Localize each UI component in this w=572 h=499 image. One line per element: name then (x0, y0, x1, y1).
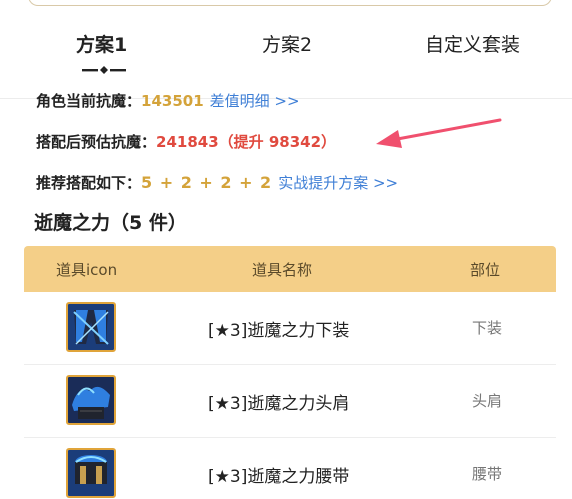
column-header-icon: 道具icon (56, 261, 118, 279)
table-row[interactable]: [★3]逝魔之力腰带 腰带 (24, 438, 556, 499)
tab-custom-set[interactable]: 自定义套装 (425, 30, 520, 57)
item-name: [★3]逝魔之力下装 (208, 321, 350, 341)
belt-icon[interactable] (66, 448, 116, 498)
pointer-arrow-icon (376, 118, 502, 148)
plan-tabs: 方案1 方案2 自定义套装 (0, 22, 572, 99)
difference-detail-link[interactable]: 差值明细 >> (210, 92, 300, 110)
table-header: 道具icon 道具名称 部位 (24, 246, 556, 292)
current-resistance-value: 143501 (141, 92, 204, 110)
column-header-name: 道具名称 (252, 261, 313, 279)
column-header-part: 部位 (470, 261, 501, 279)
estimated-resistance-label: 搭配后预估抗魔： (36, 133, 157, 151)
set-section-title: 逝魔之力（5 件） (34, 212, 187, 234)
tab-plan-2[interactable]: 方案2 (262, 30, 312, 57)
item-name: [★3]逝魔之力腰带 (208, 467, 350, 487)
top-card-edge (28, 0, 552, 6)
item-part: 头肩 (472, 392, 503, 410)
estimated-resistance-value: 241843 (156, 133, 219, 151)
set-items-table: 道具icon 道具名称 部位 [★3]逝魔之力下装 下装 [★3]逝魔之力头肩 … (24, 246, 556, 499)
recommendation-line: 推荐搭配如下：5 + 2 + 2 + 2 实战提升方案 >> (36, 172, 398, 193)
current-resistance-line: 角色当前抗魔：143501 差值明细 >> (36, 90, 300, 111)
estimated-increase: （提升 98342） (218, 133, 337, 151)
item-name: [★3]逝魔之力头肩 (208, 394, 350, 414)
pants-icon[interactable] (66, 302, 116, 352)
table-row[interactable]: [★3]逝魔之力下装 下装 (24, 292, 556, 365)
tab-plan-1[interactable]: 方案1 (76, 30, 127, 57)
estimated-resistance-line: 搭配后预估抗魔：241843（提升 98342） (36, 131, 336, 152)
shoulder-icon[interactable] (66, 375, 116, 425)
recommendation-label: 推荐搭配如下： (36, 174, 142, 192)
item-part: 下装 (472, 319, 503, 337)
current-resistance-label: 角色当前抗魔： (36, 92, 142, 110)
combat-improvement-link[interactable]: 实战提升方案 >> (278, 174, 398, 192)
recommendation-formula: 5 + 2 + 2 + 2 (141, 173, 273, 192)
table-row[interactable]: [★3]逝魔之力头肩 头肩 (24, 365, 556, 438)
active-tab-indicator-icon (82, 66, 126, 74)
item-part: 腰带 (472, 465, 503, 483)
